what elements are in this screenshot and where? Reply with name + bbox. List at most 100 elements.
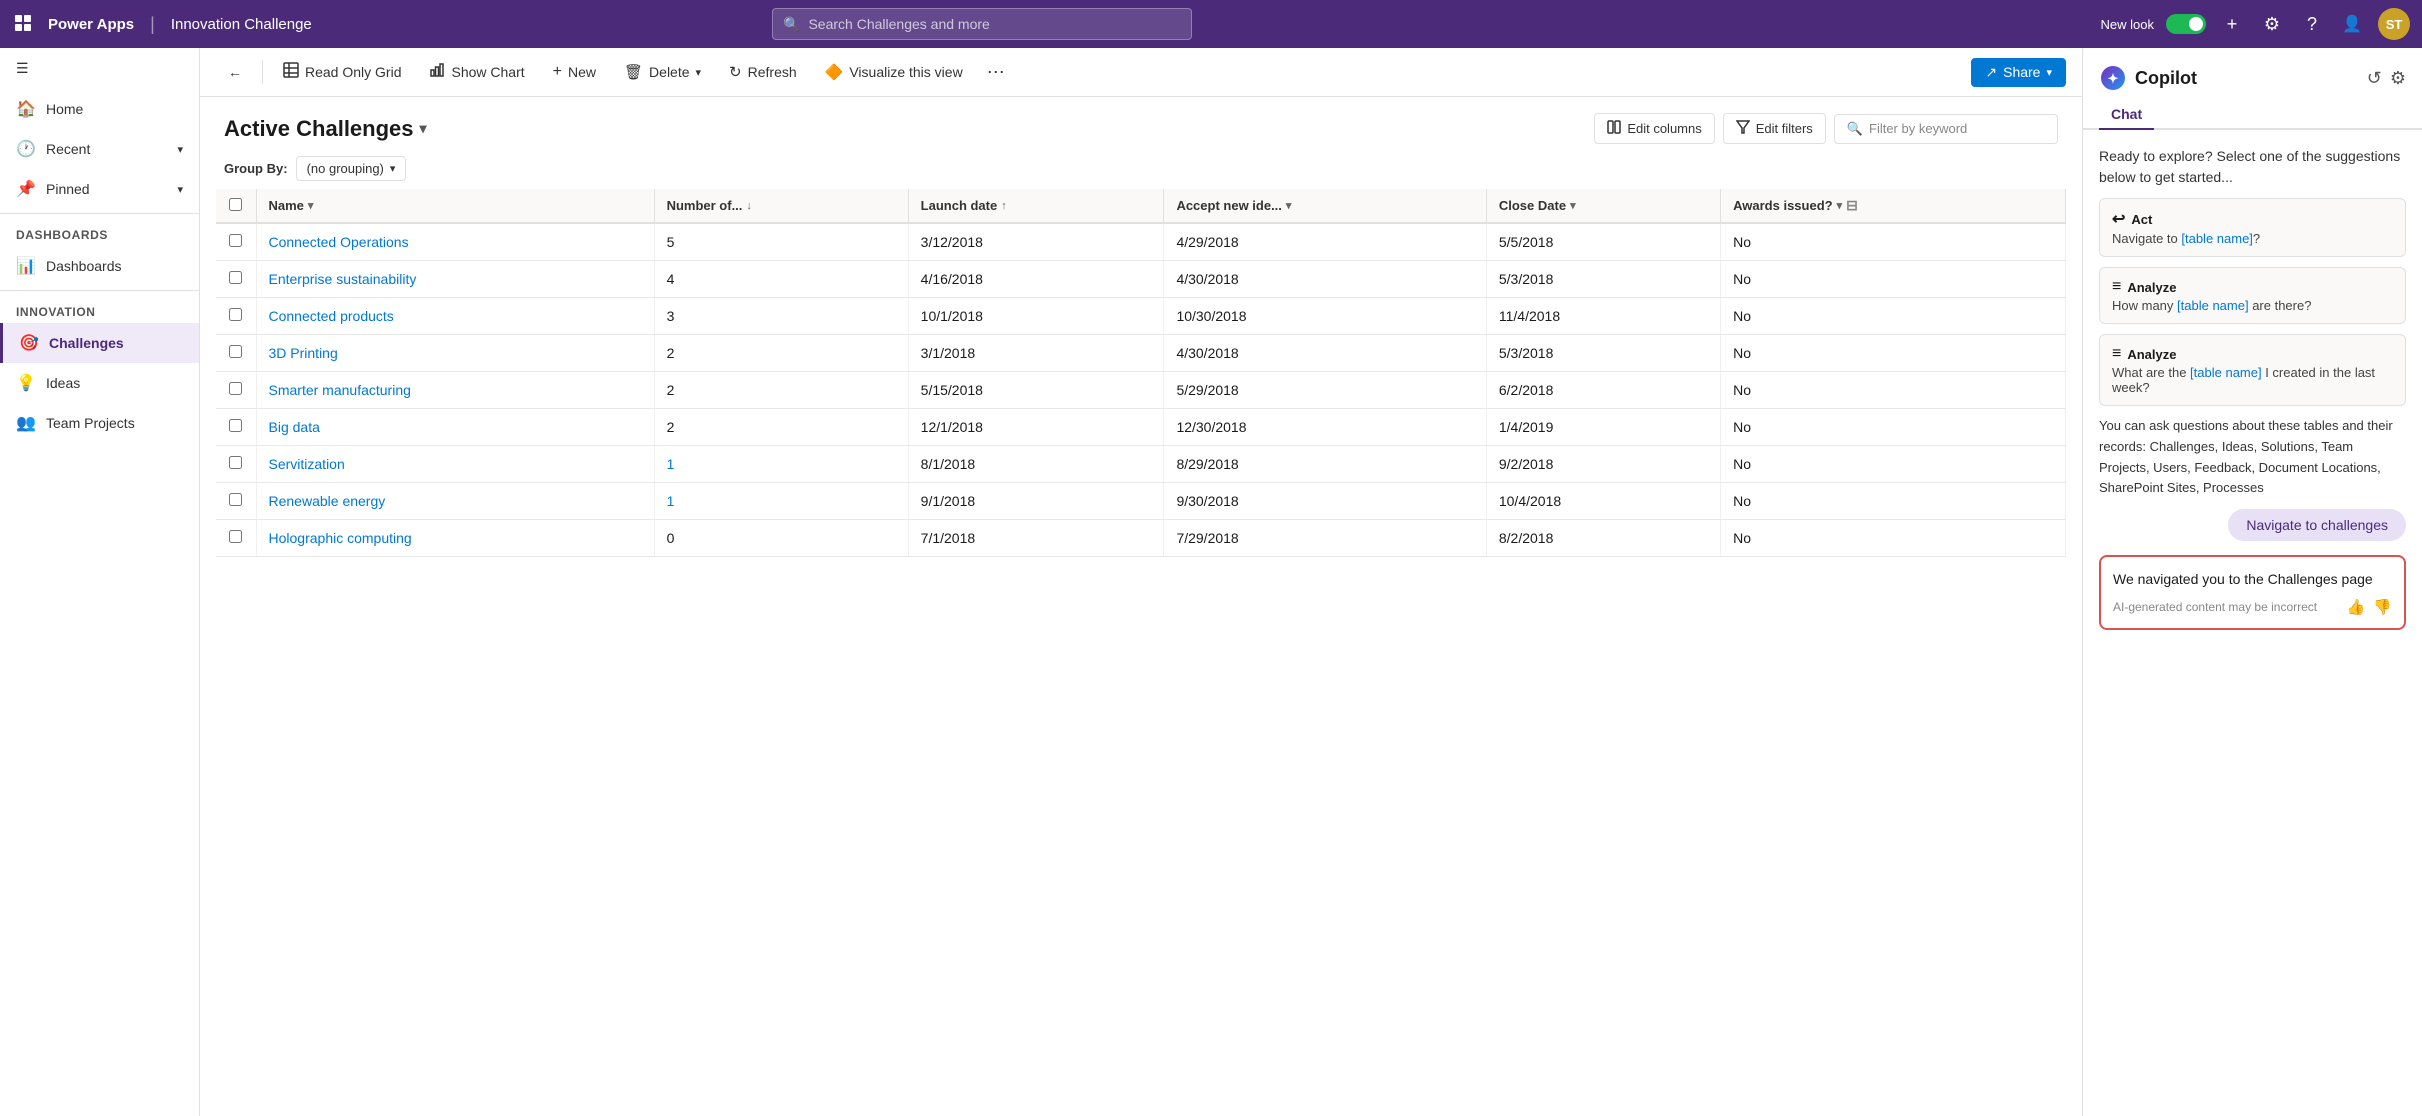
row-checkbox-cell [216, 409, 256, 446]
group-by-select[interactable]: (no grouping) ▾ [296, 156, 407, 181]
delete-dropdown-icon: ▾ [696, 66, 702, 79]
act-desc-link[interactable]: [table name] [2181, 231, 2253, 246]
visualize-icon: 🔶 [825, 63, 844, 81]
new-button[interactable]: + New [541, 57, 608, 87]
app-grid-icon[interactable] [12, 12, 36, 36]
read-only-grid-icon [283, 62, 299, 82]
hamburger-menu[interactable]: ☰ [0, 48, 199, 89]
sidebar-item-team-projects[interactable]: 👥 Team Projects [0, 403, 199, 443]
copilot-settings-icon[interactable]: ⚙ [2390, 68, 2406, 89]
thumbdown-button[interactable]: 👎 [2373, 598, 2392, 616]
copilot-suggestion-analyze-2[interactable]: ≡ Analyze What are the [table name] I cr… [2099, 334, 2406, 406]
row-checkbox[interactable] [229, 493, 242, 506]
sug-analyze2-desc: What are the [table name] I created in t… [2112, 365, 2393, 395]
row-checkbox[interactable] [229, 530, 242, 543]
select-all-checkbox[interactable] [229, 198, 242, 211]
col-pin-icon[interactable]: ⊟ [1846, 197, 1858, 214]
thumbup-button[interactable]: 👍 [2347, 598, 2366, 616]
col-checkbox[interactable] [216, 189, 256, 223]
row-awards: No [1721, 409, 2066, 446]
search-input[interactable] [808, 16, 1181, 32]
filter-keyword-input[interactable] [1869, 121, 2045, 136]
row-accept-new: 10/30/2018 [1164, 298, 1486, 335]
row-checkbox[interactable] [229, 345, 242, 358]
row-name[interactable]: 3D Printing [256, 335, 654, 372]
back-button[interactable]: ← [216, 58, 254, 86]
row-checkbox[interactable] [229, 456, 242, 469]
row-checkbox[interactable] [229, 382, 242, 395]
row-checkbox[interactable] [229, 308, 242, 321]
col-launch-date[interactable]: Launch date ↑ [908, 189, 1164, 223]
analyze1-link[interactable]: [table name] [2177, 298, 2249, 313]
row-name[interactable]: Enterprise sustainability [256, 261, 654, 298]
sidebar-item-ideas[interactable]: 💡 Ideas [0, 363, 199, 403]
row-checkbox[interactable] [229, 419, 242, 432]
copilot-suggestion-act[interactable]: ↩ Act Navigate to [table name]? [2099, 198, 2406, 257]
row-launch-date: 4/16/2018 [908, 261, 1164, 298]
sidebar-item-pinned[interactable]: 📌 Pinned ▾ [0, 169, 199, 209]
filter-input-container[interactable]: 🔍 [1834, 114, 2058, 144]
col-accept-new[interactable]: Accept new ide... ▾ [1164, 189, 1486, 223]
more-options-button[interactable]: ⋯ [979, 58, 1013, 87]
row-name[interactable]: Big data [256, 409, 654, 446]
sidebar-item-challenges[interactable]: 🎯 Challenges [0, 323, 199, 363]
sidebar-item-dashboards[interactable]: 📊 Dashboards [0, 246, 199, 286]
show-chart-button[interactable]: Show Chart [417, 56, 536, 88]
visualize-button[interactable]: 🔶 Visualize this view [813, 57, 975, 87]
col-launch-label: Launch date [921, 198, 998, 213]
row-awards: No [1721, 520, 2066, 557]
copilot-icons: ↺ ⚙ [2367, 68, 2406, 89]
row-name[interactable]: Smarter manufacturing [256, 372, 654, 409]
sidebar-item-recent-label: Recent [46, 141, 90, 157]
row-accept-new: 9/30/2018 [1164, 483, 1486, 520]
copilot-refresh-icon[interactable]: ↺ [2367, 68, 2382, 89]
row-number[interactable]: 1 [654, 483, 908, 520]
edit-columns-button[interactable]: Edit columns [1594, 113, 1714, 144]
row-checkbox[interactable] [229, 271, 242, 284]
plus-icon[interactable]: + [2218, 10, 2246, 38]
analyze1-suffix: are there? [2249, 298, 2312, 313]
row-name[interactable]: Connected products [256, 298, 654, 335]
help-icon[interactable]: ? [2298, 10, 2326, 38]
analyze2-link[interactable]: [table name] [2190, 365, 2262, 380]
row-name[interactable]: Servitization [256, 446, 654, 483]
edit-columns-label: Edit columns [1627, 121, 1701, 136]
delete-button[interactable]: 🗑 Delete ▾ [612, 57, 713, 87]
sidebar-item-home[interactable]: 🏠 Home [0, 89, 199, 129]
row-checkbox-cell [216, 372, 256, 409]
col-number[interactable]: Number of... ↓ [654, 189, 908, 223]
ideas-icon: 💡 [16, 373, 36, 393]
delete-icon: 🗑 [624, 63, 643, 81]
top-nav-right: New look + ⚙ ? 👤 ST [2101, 8, 2410, 40]
copilot-tab-chat[interactable]: Chat [2099, 100, 2154, 130]
row-launch-date: 3/1/2018 [908, 335, 1164, 372]
row-awards: No [1721, 261, 2066, 298]
col-name[interactable]: Name ▾ [256, 189, 654, 223]
search-bar[interactable]: 🔍 [772, 8, 1192, 40]
row-checkbox[interactable] [229, 234, 242, 247]
col-close-date[interactable]: Close Date ▾ [1486, 189, 1720, 223]
view-title[interactable]: Active Challenges ▾ [224, 116, 427, 142]
share-button[interactable]: ↗ Share ▾ [1971, 58, 2066, 87]
avatar[interactable]: ST [2378, 8, 2410, 40]
col-number-sort: ↓ [746, 200, 752, 212]
refresh-button[interactable]: ↻ Refresh [717, 57, 809, 87]
sidebar-divider-1 [0, 213, 199, 214]
col-awards[interactable]: Awards issued? ▾ ⊟ [1721, 189, 2066, 223]
read-only-grid-button[interactable]: Read Only Grid [271, 56, 413, 88]
row-number[interactable]: 1 [654, 446, 908, 483]
sug-act-title: ↩ Act [2112, 209, 2393, 229]
sidebar-item-recent[interactable]: 🕐 Recent ▾ [0, 129, 199, 169]
sidebar: ☰ 🏠 Home 🕐 Recent ▾ 📌 Pinned ▾ Dashboard… [0, 48, 200, 1116]
grid-header-row: Name ▾ Number of... ↓ La [216, 189, 2066, 223]
navigate-to-challenges-button[interactable]: Navigate to challenges [2228, 509, 2406, 541]
new-look-toggle[interactable] [2166, 14, 2206, 34]
copilot-suggestion-analyze-1[interactable]: ≡ Analyze How many [table name] are ther… [2099, 267, 2406, 324]
row-name[interactable]: Connected Operations [256, 223, 654, 261]
row-name[interactable]: Holographic computing [256, 520, 654, 557]
settings-icon[interactable]: ⚙ [2258, 10, 2286, 38]
col-awards-label: Awards issued? [1733, 198, 1832, 213]
edit-filters-button[interactable]: Edit filters [1723, 113, 1826, 144]
row-name[interactable]: Renewable energy [256, 483, 654, 520]
persona-icon[interactable]: 👤 [2338, 10, 2366, 38]
